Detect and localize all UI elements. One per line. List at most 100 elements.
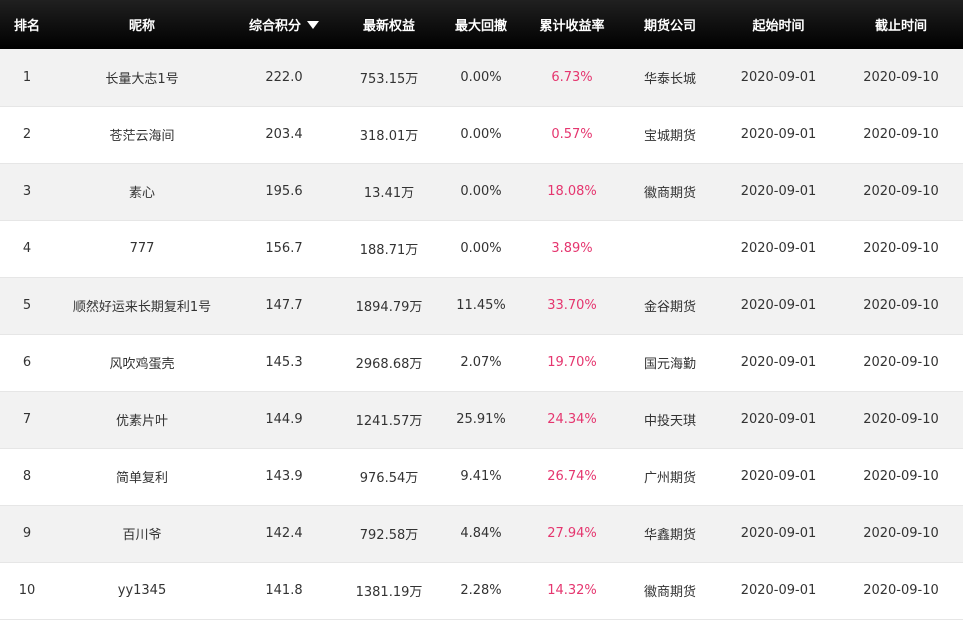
drawdown-cell: 4.84% xyxy=(460,526,502,541)
end-date-cell: 2020-09-10 xyxy=(863,184,939,199)
end-date-cell: 2020-09-10 xyxy=(863,412,939,427)
nickname-cell[interactable]: 优素片叶 xyxy=(54,391,230,448)
table-row: 7 优素片叶 144.9 1241.57万 25.91% 24.34% 中投天琪… xyxy=(0,391,963,448)
broker-cell: 广州期货 xyxy=(643,471,696,486)
header-nickname: 昵称 xyxy=(128,19,155,34)
header-broker: 期货公司 xyxy=(643,19,696,34)
end-date-cell: 2020-09-10 xyxy=(863,355,939,370)
nickname-cell[interactable]: 777 xyxy=(54,220,230,277)
return-rate-cell: 6.73% xyxy=(551,69,593,85)
header-score-sort[interactable]: 综合积分 xyxy=(230,0,338,49)
table-row: 10 yy1345 141.8 1381.19万 2.28% 14.32% 徽商… xyxy=(0,562,963,619)
nickname-cell[interactable]: 顺然好运来长期复利1号 xyxy=(54,277,230,334)
start-date-cell: 2020-09-01 xyxy=(740,184,817,199)
start-date-cell: 2020-09-01 xyxy=(740,241,817,256)
header-rank: 排名 xyxy=(13,19,40,34)
rank-cell: 4 xyxy=(22,241,32,256)
end-date-cell: 2020-09-10 xyxy=(863,469,939,484)
table-body: 1 长量大志1号 222.0 753.15万 0.00% 6.73% 华泰长城 … xyxy=(0,49,963,619)
nickname-cell[interactable]: 苍茫云海间 xyxy=(54,106,230,163)
score-cell: 141.8 xyxy=(265,583,303,598)
rank-cell: 2 xyxy=(22,127,32,142)
table-row: 6 风吹鸡蛋壳 145.3 2968.68万 2.07% 19.70% 国元海勤… xyxy=(0,334,963,391)
header-row: 排名 昵称 综合积分 最新权益 最大回撤 累计收益率 期货公司 起始时间 截止时… xyxy=(0,0,963,49)
equity-cell: 1894.79万 xyxy=(355,300,423,315)
return-rate-cell: 0.57% xyxy=(551,127,593,142)
start-date-cell: 2020-09-01 xyxy=(740,298,817,313)
drawdown-cell: 2.28% xyxy=(460,583,502,598)
start-date-cell: 2020-09-01 xyxy=(740,69,817,85)
return-rate-cell: 3.89% xyxy=(551,241,593,256)
drawdown-cell: 0.00% xyxy=(460,184,502,199)
table-row: 3 素心 195.6 13.41万 0.00% 18.08% 徽商期货 2020… xyxy=(0,163,963,220)
equity-cell: 792.58万 xyxy=(359,528,419,543)
drawdown-cell: 0.00% xyxy=(460,127,502,142)
nickname-cell[interactable]: 长量大志1号 xyxy=(54,49,230,106)
score-cell: 203.4 xyxy=(265,127,303,142)
header-score-label: 综合积分 xyxy=(248,19,301,34)
score-cell: 144.9 xyxy=(265,412,303,427)
broker-cell: 徽商期货 xyxy=(643,186,696,201)
score-cell: 222.0 xyxy=(265,69,303,85)
rank-cell: 10 xyxy=(18,583,36,598)
table-row: 8 简单复利 143.9 976.54万 9.41% 26.74% 广州期货 2… xyxy=(0,448,963,505)
equity-cell: 976.54万 xyxy=(359,471,419,486)
equity-cell: 753.15万 xyxy=(359,71,419,87)
end-date-cell: 2020-09-10 xyxy=(863,298,939,313)
end-date-cell: 2020-09-10 xyxy=(863,526,939,541)
start-date-cell: 2020-09-01 xyxy=(740,469,817,484)
broker-cell: 华鑫期货 xyxy=(643,528,696,543)
rank-cell: 1 xyxy=(22,69,32,85)
header-start-date: 起始时间 xyxy=(752,19,805,34)
equity-cell: 2968.68万 xyxy=(355,357,423,372)
end-date-cell: 2020-09-10 xyxy=(863,69,939,85)
nickname-cell[interactable]: 风吹鸡蛋壳 xyxy=(54,334,230,391)
rank-cell: 3 xyxy=(22,184,32,199)
nickname-cell[interactable]: 素心 xyxy=(54,163,230,220)
header-end-date: 截止时间 xyxy=(874,19,927,34)
score-cell: 195.6 xyxy=(265,184,303,199)
header-return-rate: 累计收益率 xyxy=(539,19,605,34)
return-rate-cell: 14.32% xyxy=(547,583,597,598)
return-rate-cell: 18.08% xyxy=(547,184,597,199)
drawdown-cell: 11.45% xyxy=(456,298,506,313)
start-date-cell: 2020-09-01 xyxy=(740,127,817,142)
nickname-cell[interactable]: 百川爷 xyxy=(54,505,230,562)
equity-cell: 1381.19万 xyxy=(355,585,423,600)
start-date-cell: 2020-09-01 xyxy=(740,412,817,427)
table-header: 排名 昵称 综合积分 最新权益 最大回撤 累计收益率 期货公司 起始时间 截止时… xyxy=(0,0,963,49)
header-drawdown: 最大回撤 xyxy=(454,19,507,34)
rank-cell: 8 xyxy=(22,469,32,484)
sort-desc-icon xyxy=(307,21,319,29)
table-row: 5 顺然好运来长期复利1号 147.7 1894.79万 11.45% 33.7… xyxy=(0,277,963,334)
score-cell: 142.4 xyxy=(265,526,303,541)
end-date-cell: 2020-09-10 xyxy=(863,583,939,598)
broker-cell: 徽商期货 xyxy=(643,585,696,600)
return-rate-cell: 24.34% xyxy=(547,412,597,427)
equity-cell: 13.41万 xyxy=(363,186,415,201)
broker-cell: 金谷期货 xyxy=(643,300,696,315)
end-date-cell: 2020-09-10 xyxy=(863,127,939,142)
end-date-cell: 2020-09-10 xyxy=(863,241,939,256)
table-row: 4 777 156.7 188.71万 0.00% 3.89% 2020-09-… xyxy=(0,220,963,277)
rank-cell: 7 xyxy=(22,412,32,427)
table-row: 1 长量大志1号 222.0 753.15万 0.00% 6.73% 华泰长城 … xyxy=(0,49,963,106)
score-cell: 145.3 xyxy=(265,355,303,370)
broker-cell: 华泰长城 xyxy=(643,71,696,87)
return-rate-cell: 27.94% xyxy=(547,526,597,541)
start-date-cell: 2020-09-01 xyxy=(740,355,817,370)
broker-cell xyxy=(622,220,718,277)
broker-cell: 宝城期货 xyxy=(643,129,696,144)
return-rate-cell: 19.70% xyxy=(547,355,597,370)
score-cell: 143.9 xyxy=(265,469,303,484)
rank-cell: 5 xyxy=(22,298,32,313)
drawdown-cell: 2.07% xyxy=(460,355,502,370)
rank-cell: 6 xyxy=(22,355,32,370)
nickname-cell[interactable]: yy1345 xyxy=(54,562,230,619)
equity-cell: 1241.57万 xyxy=(355,414,423,429)
start-date-cell: 2020-09-01 xyxy=(740,583,817,598)
return-rate-cell: 33.70% xyxy=(547,298,597,313)
score-cell: 156.7 xyxy=(265,241,303,256)
drawdown-cell: 0.00% xyxy=(460,69,502,85)
nickname-cell[interactable]: 简单复利 xyxy=(54,448,230,505)
